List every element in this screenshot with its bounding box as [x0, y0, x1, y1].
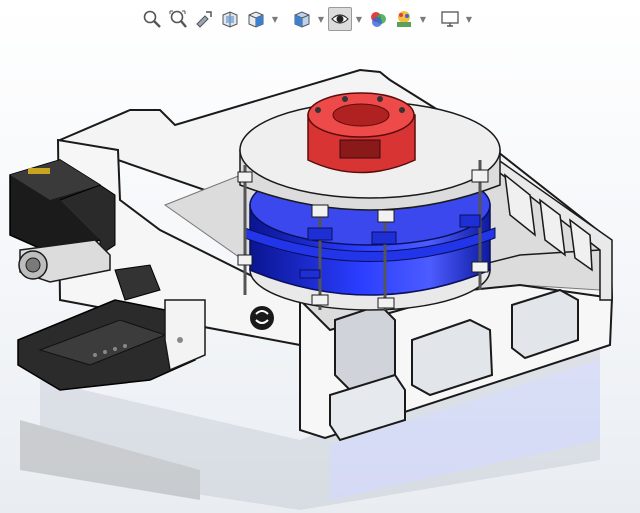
- red-coupler[interactable]: [307, 92, 416, 174]
- motor-label: [28, 168, 50, 174]
- cad-model-render[interactable]: [0, 0, 640, 513]
- bracket-white-plate: [164, 299, 206, 372]
- graphics-area[interactable]: ▼ ▼ ▼ ▼ ▼: [0, 0, 640, 513]
- rotary-stage-assembly[interactable]: [237, 92, 501, 311]
- logo-mark: [250, 306, 274, 330]
